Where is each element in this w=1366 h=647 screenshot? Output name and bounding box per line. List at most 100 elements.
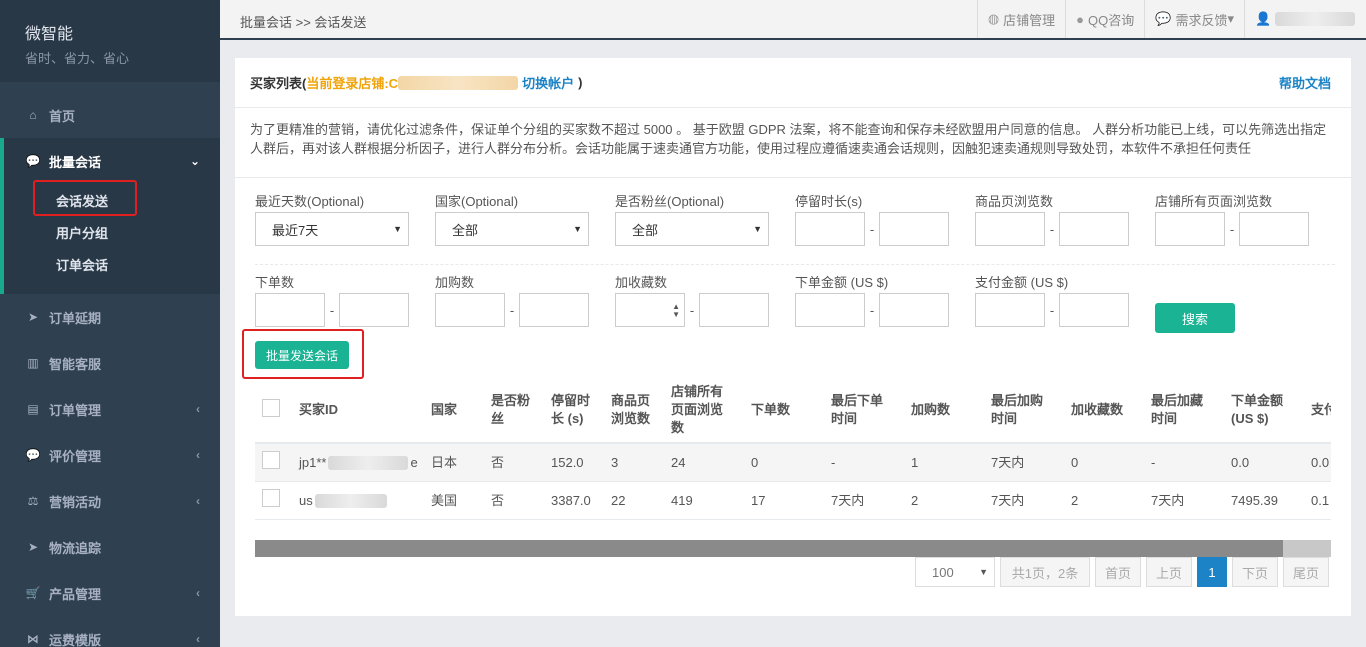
filter-label: 加收藏数 xyxy=(615,275,668,290)
horizontal-scrollbar[interactable] xyxy=(255,540,1331,557)
row-select-cell xyxy=(255,451,297,474)
store-views-max-input[interactable] xyxy=(1239,212,1309,246)
table-row[interactable]: us 美国 否 3387.0 22 419 17 7天内 2 7天内 2 7天内… xyxy=(255,482,1331,520)
switch-account-link[interactable]: 切换帐户 xyxy=(522,73,574,92)
row-checkbox[interactable] xyxy=(262,451,280,469)
orders-max-input[interactable] xyxy=(339,293,409,327)
product-views-max-input[interactable] xyxy=(1059,212,1129,246)
close-paren: ) xyxy=(578,75,583,90)
favorites-max-input[interactable] xyxy=(699,293,769,327)
store-views-cell: 24 xyxy=(671,454,686,470)
sidebar-item-smart-service[interactable]: ▥ 智能客服 xyxy=(0,340,220,386)
order-amount-max-input[interactable] xyxy=(879,293,949,327)
col-last-order[interactable]: 最后下单时间 xyxy=(829,392,909,428)
pay-amount-max-input[interactable] xyxy=(1059,293,1129,327)
sidebar-item-marketing[interactable]: ⚖ 营销活动 ‹ xyxy=(0,478,220,524)
last-cart-cell: 7天内 xyxy=(991,454,1025,470)
sidebar-item-batch-chat[interactable]: 💬 批量会话 ⌄ xyxy=(0,138,220,184)
filter-label: 支付金额 (US $) xyxy=(975,275,1069,290)
scrollbar-thumb[interactable] xyxy=(255,540,1283,557)
qq-icon: ● xyxy=(1076,11,1085,27)
sidebar-item-order-mgmt[interactable]: ▤ 订单管理 ‹ xyxy=(0,386,220,432)
col-country[interactable]: 国家 xyxy=(429,401,489,419)
qq-consult-link[interactable]: ● QQ咨询 xyxy=(1065,0,1144,38)
pay-amount-min-input[interactable] xyxy=(975,293,1045,327)
stepper-arrows-icon[interactable]: ▲ ▼ xyxy=(672,303,680,319)
order-amount-min-input[interactable] xyxy=(795,293,865,327)
blurred-username xyxy=(1275,12,1356,26)
current-page-button[interactable]: 1 xyxy=(1197,557,1227,587)
sidebar-item-products[interactable]: 🛒 产品管理 ‹ xyxy=(0,570,220,616)
highlight-box xyxy=(33,180,137,216)
sidebar-subitem-order-chat[interactable]: 订单会话 xyxy=(4,248,220,280)
stay-min-input[interactable] xyxy=(795,212,865,246)
sidebar-item-label: 运费模版 xyxy=(49,632,102,647)
stay-max-input[interactable] xyxy=(879,212,949,246)
country-select[interactable]: 全部 ▼ xyxy=(435,212,589,246)
col-orders[interactable]: 下单数 xyxy=(749,401,829,419)
sidebar-item-label: 物流追踪 xyxy=(49,540,102,556)
prev-page-button[interactable]: 上页 xyxy=(1146,557,1192,587)
col-buyer-id[interactable]: 买家ID xyxy=(297,401,429,419)
sidebar-item-review-mgmt[interactable]: 💬 评价管理 ‹ xyxy=(0,432,220,478)
filter-label: 加购数 xyxy=(435,275,475,290)
col-last-cart[interactable]: 最后加购时间 xyxy=(989,392,1069,428)
filter-recent-days: 最近天数(Optional) 最近7天 ▼ xyxy=(255,192,435,264)
filter-country: 国家(Optional) 全部 ▼ xyxy=(435,192,615,264)
fan-select[interactable]: 全部 ▼ xyxy=(615,212,769,246)
sidebar-subitem-user-groups[interactable]: 用户分组 xyxy=(4,216,220,248)
sidebar-item-order-extend[interactable]: ➤ 订单延期 xyxy=(0,294,220,340)
product-views-min-input[interactable] xyxy=(975,212,1045,246)
blurred-buyer-id xyxy=(328,455,409,470)
last-page-button[interactable]: 尾页 xyxy=(1283,557,1329,587)
select-value: 最近7天 xyxy=(272,222,319,238)
sidebar-item-home[interactable]: ⌂ 首页 xyxy=(0,92,220,138)
store-views-min-input[interactable] xyxy=(1155,212,1225,246)
col-pay-amount[interactable]: 支付 xyxy=(1309,401,1331,419)
page-size-select[interactable]: 100 ▼ xyxy=(915,557,995,587)
sidebar-item-label: 营销活动 xyxy=(49,494,102,510)
help-docs-link[interactable]: 帮助文档 xyxy=(1279,73,1331,92)
row-checkbox[interactable] xyxy=(262,489,280,507)
row-select-cell xyxy=(255,489,297,512)
user-icon: 👤 xyxy=(1255,11,1272,26)
search-button[interactable]: 搜索 xyxy=(1155,303,1235,333)
range-dash: - xyxy=(329,302,335,318)
feedback-dropdown[interactable]: 💬 需求反馈 ▾ xyxy=(1144,0,1244,38)
page-info: 共1页，2条 xyxy=(1000,557,1090,587)
blurred-store-name xyxy=(398,75,519,90)
sidebar-item-logistics[interactable]: ➤ 物流追踪 xyxy=(0,524,220,570)
col-favorites[interactable]: 加收藏数 xyxy=(1069,401,1149,419)
user-menu[interactable]: 👤 xyxy=(1244,0,1366,38)
sidebar-item-shipping-template[interactable]: ⋈ 运费模版 ‹ xyxy=(0,616,220,647)
select-all-checkbox[interactable] xyxy=(262,398,280,417)
store-management-link[interactable]: ◍ 店铺管理 xyxy=(976,0,1065,38)
range-dash: - xyxy=(1229,221,1235,237)
batch-send-button[interactable]: 批量发送会话 xyxy=(255,341,349,369)
sidebar-item-label: 首页 xyxy=(49,108,76,124)
filter-store-views: 店铺所有页面浏览数 - xyxy=(1155,192,1335,264)
cart-min-input[interactable] xyxy=(435,293,505,327)
col-product-views[interactable]: 商品页浏览数 xyxy=(609,392,669,428)
first-page-button[interactable]: 首页 xyxy=(1095,557,1141,587)
filter-product-views: 商品页浏览数 - xyxy=(975,192,1155,264)
col-store-views[interactable]: 店铺所有页面浏览数 xyxy=(669,383,749,437)
sidebar-subitem-send-chat[interactable]: 会话发送 xyxy=(4,180,220,216)
buyer-id-prefix: jp1** xyxy=(299,454,327,470)
col-fan[interactable]: 是否粉丝 xyxy=(489,392,549,428)
filter-cart: 加购数 - xyxy=(435,273,615,336)
favorites-min-stepper[interactable]: ▲ ▼ xyxy=(615,293,685,327)
last-order-cell: - xyxy=(831,454,836,470)
col-order-amount[interactable]: 下单金额 (US $) xyxy=(1229,392,1309,428)
sidebar-item-label: 订单管理 xyxy=(49,402,102,418)
table-row[interactable]: jp1** e 日本 否 152.0 3 24 0 - 1 7天内 0 - 0.… xyxy=(255,444,1331,482)
recent-days-select[interactable]: 最近7天 ▼ xyxy=(255,212,409,246)
col-stay[interactable]: 停留时长 (s) xyxy=(549,392,609,428)
col-last-fav[interactable]: 最后加藏时间 xyxy=(1149,392,1229,428)
next-page-button[interactable]: 下页 xyxy=(1232,557,1278,587)
range-dash: - xyxy=(1049,302,1055,318)
country-cell: 日本 xyxy=(431,454,458,470)
orders-min-input[interactable] xyxy=(255,293,325,327)
col-cart[interactable]: 加购数 xyxy=(909,401,989,419)
cart-max-input[interactable] xyxy=(519,293,589,327)
